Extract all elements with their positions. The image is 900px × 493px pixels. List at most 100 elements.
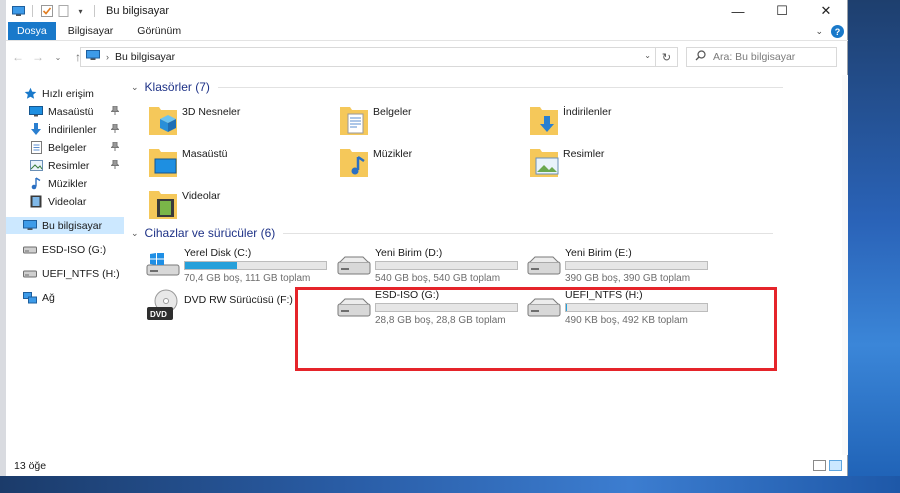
computer-icon[interactable] xyxy=(12,5,25,18)
drive-e[interactable]: Yeni Birim (E:) 390 GB boş, 390 GB topla… xyxy=(527,247,717,287)
sidebar-item-esd-iso[interactable]: ESD-ISO (G:) xyxy=(6,241,124,258)
group-divider xyxy=(283,232,774,234)
new-folder-icon[interactable] xyxy=(57,5,70,18)
folder-label: 3D Nesneler xyxy=(182,106,241,118)
collapse-chevron-icon[interactable]: ⌄ xyxy=(131,82,139,93)
drive-name: Yeni Birim (D:) xyxy=(375,247,443,259)
group-title: Klasörler (7) xyxy=(144,80,210,94)
videos-folder-icon xyxy=(149,191,177,219)
back-arrow-icon[interactable]: ← xyxy=(10,47,26,67)
dvd-drive-icon: DVD xyxy=(147,289,178,320)
recent-locations-chevron-icon[interactable]: ⌄ xyxy=(50,47,66,67)
nav-item-label: ESD-ISO (G:) xyxy=(42,243,107,256)
documents-folder-icon xyxy=(340,107,368,135)
group-title: Cihazlar ve sürücüler (6) xyxy=(144,226,276,240)
properties-icon[interactable] xyxy=(40,5,53,18)
quick-access-toolbar: ▾ xyxy=(12,5,98,18)
details-view-button[interactable] xyxy=(813,460,826,471)
nav-item-label: Ağ xyxy=(42,291,55,304)
tab-file[interactable]: Dosya xyxy=(8,22,56,40)
drive-name: DVD RW Sürücüsü (F:) xyxy=(184,294,293,306)
nav-item-label: UEFI_NTFS (H:) xyxy=(42,267,120,280)
download-arrow-icon xyxy=(29,123,43,136)
drive-space: 390 GB boş, 390 GB toplam xyxy=(565,273,691,284)
folders-group-header[interactable]: ⌄ Klasörler (7) xyxy=(131,80,839,94)
drives-group-header[interactable]: ⌄ Cihazlar ve sürücüler (6) xyxy=(131,226,839,240)
sidebar-item-pictures[interactable]: Resimler xyxy=(6,157,124,174)
drive-name: Yerel Disk (C:) xyxy=(184,247,252,259)
nav-item-label: Müzikler xyxy=(48,177,88,190)
customize-toolbar-chevron-icon[interactable]: ▾ xyxy=(74,5,87,18)
sidebar-item-videos[interactable]: Videolar xyxy=(6,193,124,210)
help-icon[interactable]: ? xyxy=(831,25,844,38)
sidebar-item-this-pc[interactable]: Bu bilgisayar xyxy=(6,217,124,234)
search-input[interactable]: Ara: Bu bilgisayar xyxy=(686,47,837,67)
pin-icon[interactable] xyxy=(110,123,120,136)
breadcrumb[interactable]: Bu bilgisayar xyxy=(115,51,175,63)
folder-label: Resimler xyxy=(563,148,605,160)
folder-label: Belgeler xyxy=(373,106,412,118)
tiles-view-button[interactable] xyxy=(829,460,842,471)
minimize-button[interactable]: — xyxy=(716,0,760,22)
view-toggle xyxy=(813,460,842,471)
nav-item-label: Resimler xyxy=(48,159,90,172)
drive-usage-bar xyxy=(184,261,327,270)
ribbon-tabs: Dosya Bilgisayar Görünüm ⌄ ? xyxy=(6,22,848,41)
ribbon-right-controls: ⌄ ? xyxy=(815,24,844,39)
address-bar[interactable]: › Bu bilgisayar ⌄ ↻ xyxy=(80,47,678,67)
sidebar-item-music[interactable]: Müzikler xyxy=(6,175,124,192)
maximize-button[interactable]: ☐ xyxy=(760,0,804,22)
window-controls: — ☐ ✕ xyxy=(716,0,848,22)
hard-drive-icon xyxy=(337,256,371,275)
nav-item-label: Masaüstü xyxy=(48,105,94,118)
desktop-folder-icon xyxy=(149,149,177,177)
drive-name: Yeni Birim (E:) xyxy=(565,247,632,259)
pin-icon[interactable] xyxy=(110,105,120,118)
computer-icon xyxy=(86,50,100,64)
tab-view[interactable]: Görünüm xyxy=(125,22,193,40)
usb-drive-icon xyxy=(23,267,37,280)
close-button[interactable]: ✕ xyxy=(804,0,848,22)
title-bar: ▾ Bu bilgisayar — ☐ ✕ xyxy=(6,0,848,22)
sidebar-item-downloads[interactable]: İndirilenler xyxy=(6,121,124,138)
navigation-bar: ← → ⌄ ↑ › Bu bilgisayar ⌄ ↻ Ara: Bu bilg… xyxy=(6,44,848,70)
collapse-chevron-icon[interactable]: ⌄ xyxy=(131,228,139,239)
scrollbar[interactable] xyxy=(842,75,848,455)
folder-desktop[interactable]: Masaüstü xyxy=(148,145,328,185)
pin-icon[interactable] xyxy=(110,141,120,154)
computer-icon xyxy=(23,219,37,232)
usb-drive-icon xyxy=(23,243,37,256)
folder-documents[interactable]: Belgeler xyxy=(339,103,519,143)
nav-item-label: Videolar xyxy=(48,195,87,208)
refresh-icon[interactable]: ↻ xyxy=(655,48,677,66)
document-icon xyxy=(29,141,43,154)
sidebar-item-network[interactable]: Ağ xyxy=(6,289,124,306)
drive-usage-bar xyxy=(375,261,518,270)
folder-videos[interactable]: Videolar xyxy=(148,187,328,227)
tab-computer[interactable]: Bilgisayar xyxy=(56,22,126,40)
item-count: 13 öğe xyxy=(14,460,47,472)
address-dropdown-icon[interactable]: ⌄ xyxy=(644,51,651,60)
sidebar-item-uefi-ntfs[interactable]: UEFI_NTFS (H:) xyxy=(6,265,124,282)
forward-arrow-icon[interactable]: → xyxy=(30,47,46,67)
folder-music[interactable]: Müzikler xyxy=(339,145,519,185)
sidebar-item-desktop[interactable]: Masaüstü xyxy=(6,103,124,120)
folder-3d-objects[interactable]: 3D Nesneler xyxy=(148,103,328,143)
folder-label: Videolar xyxy=(182,190,221,202)
toolbar-separator xyxy=(32,5,33,17)
folder-downloads[interactable]: İndirilenler xyxy=(529,103,709,143)
pin-icon[interactable] xyxy=(110,159,120,172)
nav-quick-access[interactable]: Hızlı erişim xyxy=(6,85,124,102)
navigation-pane: Hızlı erişim Masaüstü İndirilenler Belge… xyxy=(6,75,124,455)
drive-d[interactable]: Yeni Birim (D:) 540 GB boş, 540 GB topla… xyxy=(337,247,527,287)
downloads-folder-icon xyxy=(530,107,558,135)
expand-ribbon-chevron-icon[interactable]: ⌄ xyxy=(815,26,823,37)
file-explorer-window: ▾ Bu bilgisayar — ☐ ✕ Dosya Bilgisayar G… xyxy=(6,0,848,476)
nav-item-label: Bu bilgisayar xyxy=(42,219,103,232)
drive-space: 70,4 GB boş, 111 GB toplam xyxy=(184,273,311,284)
folder-pictures[interactable]: Resimler xyxy=(529,145,709,185)
sidebar-item-documents[interactable]: Belgeler xyxy=(6,139,124,156)
svg-text:DVD: DVD xyxy=(150,310,167,319)
drive-c[interactable]: Yerel Disk (C:) 70,4 GB boş, 111 GB topl… xyxy=(146,247,336,287)
breadcrumb-chevron-icon[interactable]: › xyxy=(106,52,109,62)
